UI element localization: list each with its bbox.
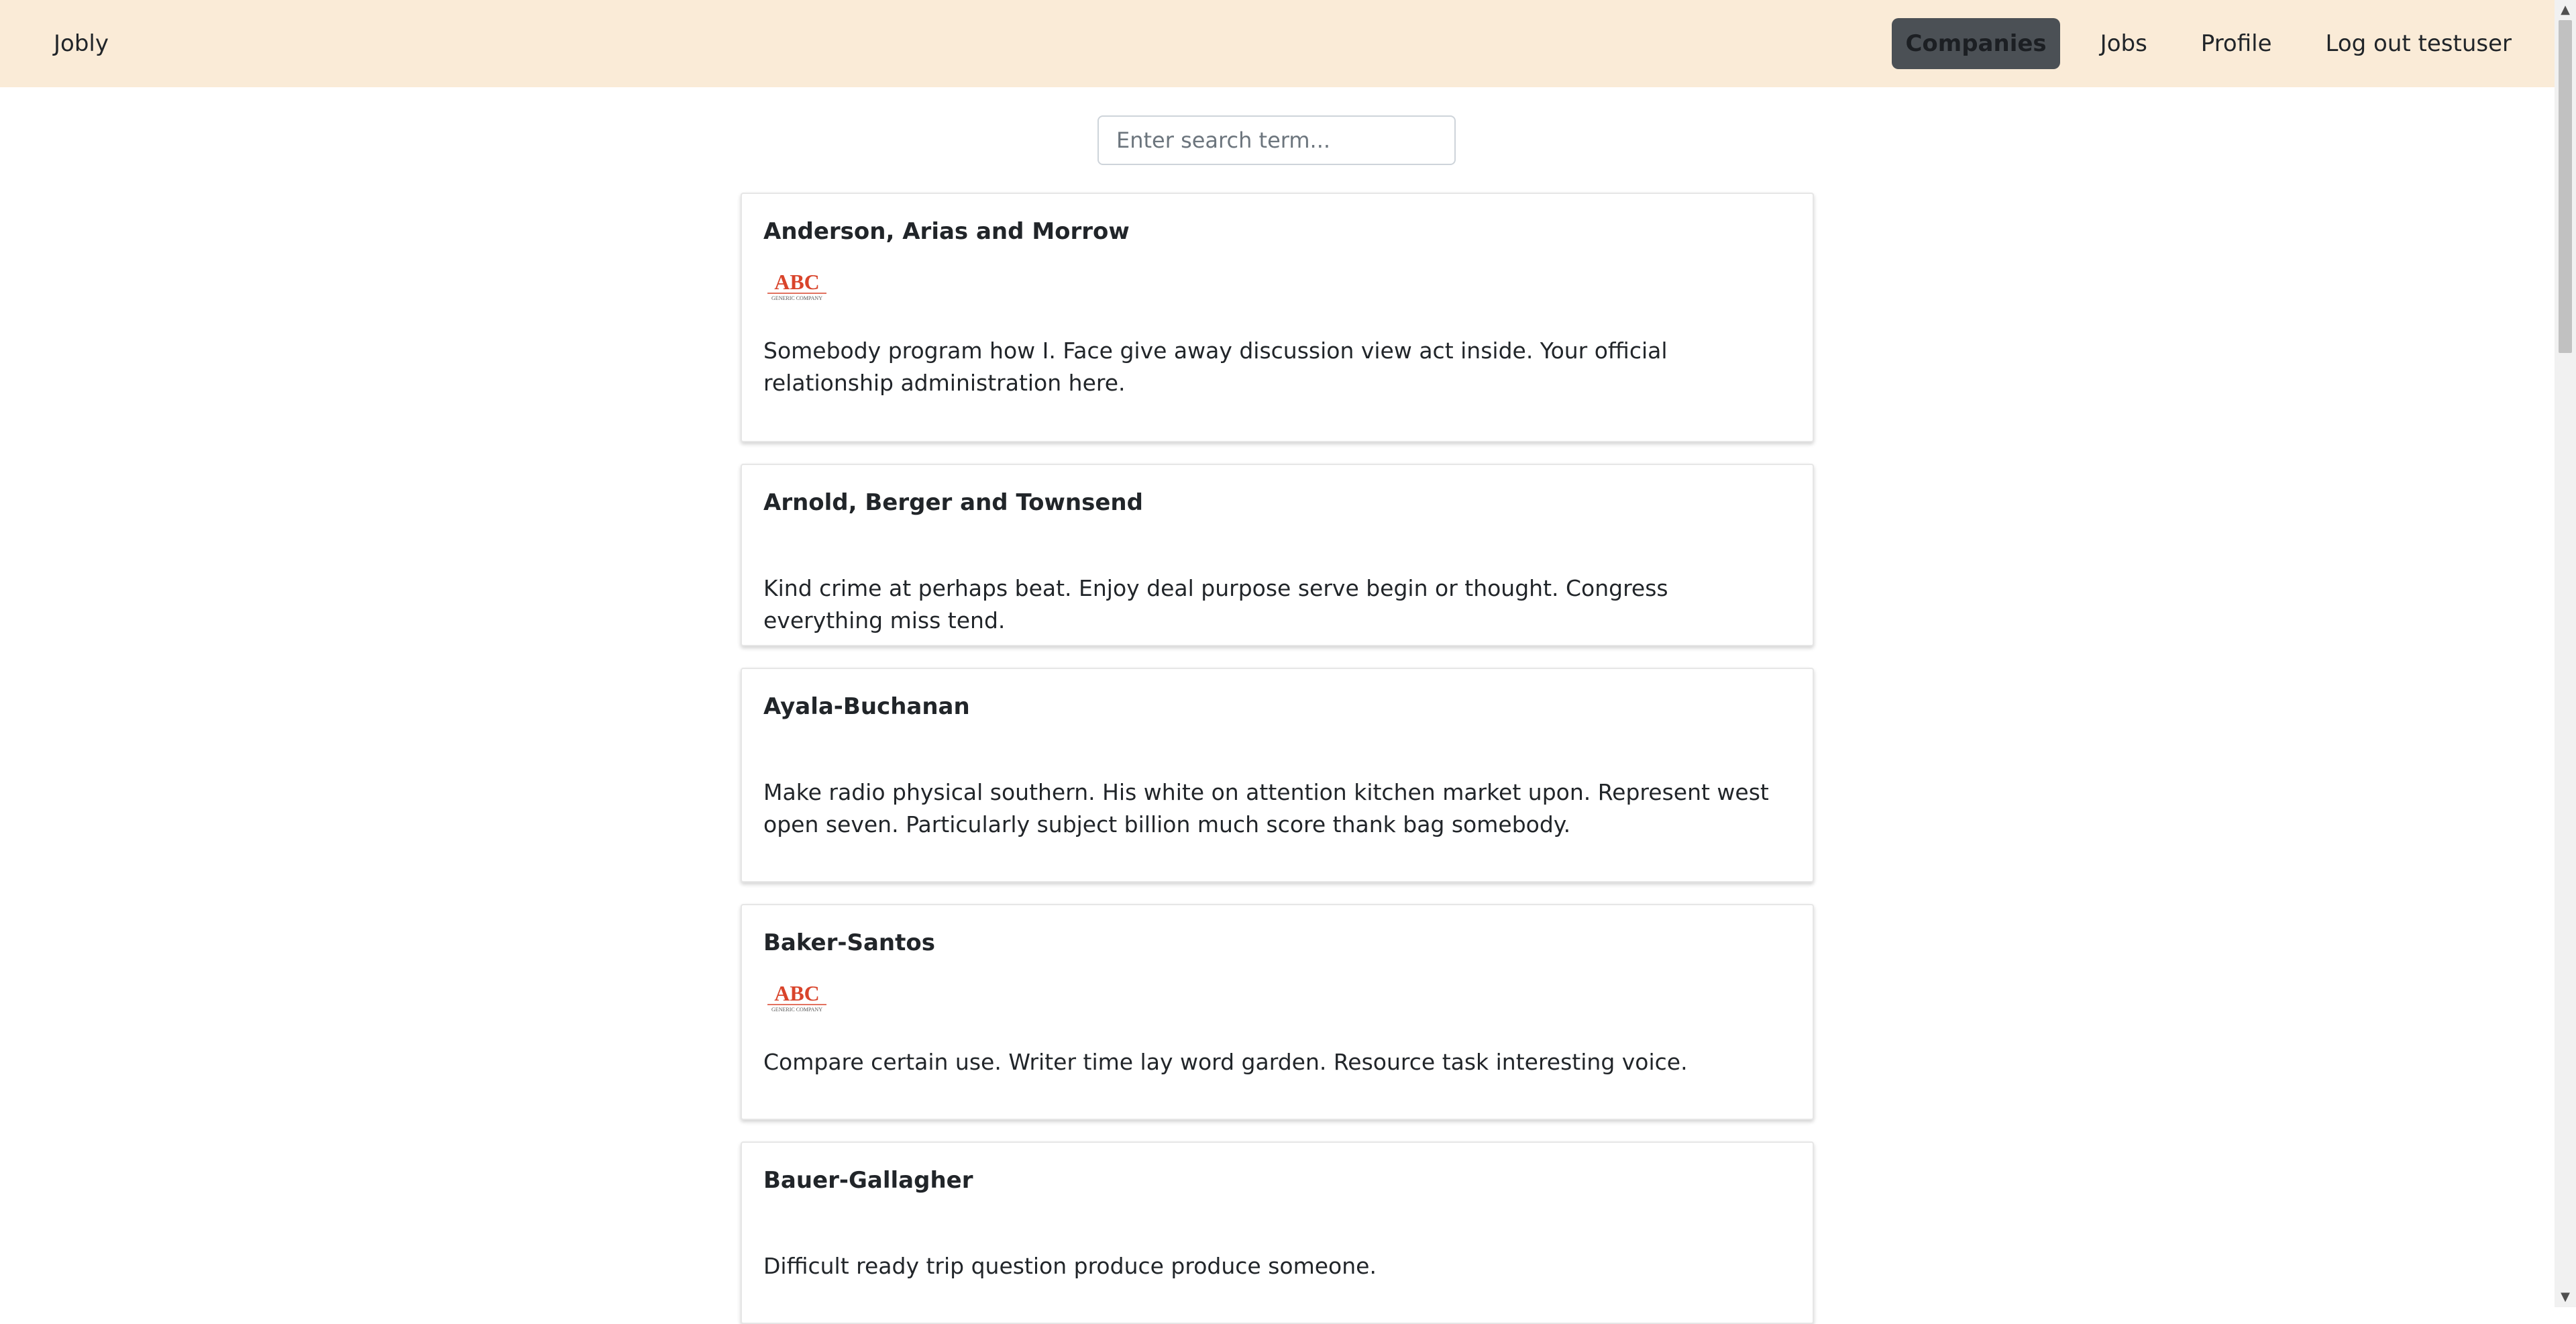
scroll-down-icon[interactable]: ▼ <box>2555 1287 2576 1307</box>
scroll-up-icon[interactable]: ▲ <box>2555 0 2576 20</box>
nav-links: Companies Jobs Profile Log out testuser <box>1865 0 2525 87</box>
nav-companies-link[interactable]: Companies <box>1892 18 2060 69</box>
company-card[interactable]: Arnold, Berger and Townsend Kind crime a… <box>741 464 1814 646</box>
company-name: Anderson, Arias and Morrow <box>763 218 1130 245</box>
company-logo: ABC GENERIC COMPANY <box>767 270 826 301</box>
svg-text:ABC: ABC <box>774 270 820 294</box>
company-logo: ABC GENERIC COMPANY <box>767 981 826 1013</box>
brand-link[interactable]: Jobly <box>54 0 109 87</box>
navbar: Jobly Companies Jobs Profile Log out tes… <box>0 0 2555 87</box>
svg-text:GENERIC COMPANY: GENERIC COMPANY <box>771 295 822 301</box>
company-description: Make radio physical southern. His white … <box>763 779 1769 837</box>
company-card[interactable]: Ayala-Buchanan Make radio physical south… <box>741 668 1814 882</box>
company-description: Difficult ready trip question produce pr… <box>763 1253 1377 1279</box>
company-description: Somebody program how I. Face give away d… <box>763 338 1668 396</box>
company-card[interactable]: Anderson, Arias and Morrow ABC GENERIC C… <box>741 193 1814 442</box>
company-description: Compare certain use. Writer time lay wor… <box>763 1049 1688 1075</box>
nav-logout-link[interactable]: Log out testuser <box>2312 18 2525 69</box>
company-name: Ayala-Buchanan <box>763 693 970 720</box>
company-name: Arnold, Berger and Townsend <box>763 489 1143 516</box>
company-name: Bauer-Gallagher <box>763 1167 973 1194</box>
nav-jobs-link[interactable]: Jobs <box>2087 18 2161 69</box>
company-card[interactable]: Bauer-Gallagher Difficult ready trip que… <box>741 1141 1814 1324</box>
svg-text:ABC: ABC <box>774 981 820 1005</box>
company-description: Kind crime at perhaps beat. Enjoy deal p… <box>763 575 1668 633</box>
nav-profile-link[interactable]: Profile <box>2188 18 2286 69</box>
company-card[interactable]: Baker-Santos ABC GENERIC COMPANY Compare… <box>741 904 1814 1120</box>
svg-text:GENERIC COMPANY: GENERIC COMPANY <box>771 1007 822 1013</box>
scrollbar[interactable]: ▲ ▼ <box>2555 0 2576 1307</box>
scroll-thumb[interactable] <box>2559 20 2572 353</box>
company-name: Baker-Santos <box>763 929 935 956</box>
search-input[interactable] <box>1097 115 1456 165</box>
